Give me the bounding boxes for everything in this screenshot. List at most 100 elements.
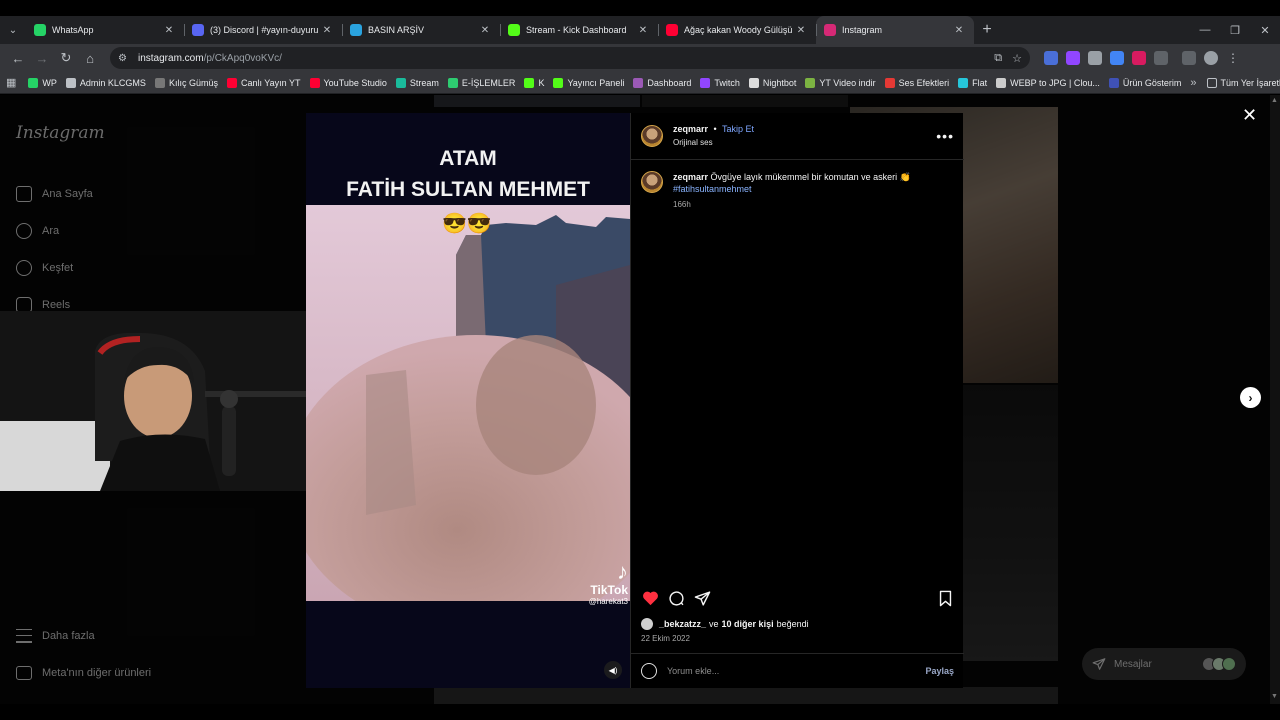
browser-tab[interactable]: Stream - Kick Dashboard ✕ [500, 16, 658, 44]
ig-bottom-label: Daha fazla [42, 629, 95, 642]
ig-bottom-item[interactable]: Meta'nın diğer ürünleri [16, 654, 151, 691]
translate-extension-icon[interactable] [1044, 51, 1058, 65]
ig-nav-item[interactable]: Ana Sayfa [16, 175, 93, 212]
close-tab-icon[interactable]: ✕ [162, 25, 176, 36]
close-tab-icon[interactable]: ✕ [320, 25, 334, 36]
profile-avatar-icon[interactable] [1204, 51, 1218, 65]
back-arrow-icon[interactable]: ← [6, 51, 30, 66]
ig-nav-item[interactable]: Keşfet [16, 249, 93, 286]
browser-toolbar: ← → ↻ ⌂ ⚙ instagram.com/p/CkApq0voKVc/ ⧉… [0, 44, 1280, 72]
bookmark-item[interactable]: YouTube Studio [309, 77, 387, 88]
scroll-down-arrow-icon[interactable]: ▼ [1271, 693, 1278, 700]
like-heart-icon[interactable] [641, 589, 659, 607]
post-video[interactable]: ATAM FATİH SULTAN MEHMET 😎😎 ♪ TikTok @ha… [306, 113, 630, 688]
twitch-extension-icon[interactable] [1066, 51, 1080, 65]
bookmark-label: YouTube Studio [323, 77, 387, 88]
page-viewport: Instagram Ana Sayfa Ara Keşfet Reels Daha f… [0, 95, 1280, 704]
more-options-icon[interactable]: ••• [936, 128, 954, 144]
site-info-icon[interactable]: ⚙ [118, 53, 130, 64]
liker-username[interactable]: _bekzatzz_ [659, 619, 706, 629]
browser-tab[interactable]: Instagram ✕ [816, 16, 974, 44]
emoji-picker-icon[interactable] [641, 663, 657, 679]
follow-button[interactable]: Takip Et [722, 124, 754, 134]
audio-label[interactable]: Orijinal ses [673, 136, 754, 149]
messages-bubble[interactable]: Mesajlar [1082, 648, 1246, 680]
download-extension-icon[interactable] [1110, 51, 1124, 65]
mute-audio-icon[interactable]: ◀) [604, 661, 622, 679]
bookmark-item[interactable]: Dashboard [633, 77, 691, 88]
puzzle-extension-icon[interactable] [1132, 51, 1146, 65]
bookmark-item[interactable]: YT Video indir [805, 77, 876, 88]
whatsapp-icon [34, 24, 46, 36]
camera-extension-icon[interactable] [1088, 51, 1102, 65]
comment-input[interactable]: Yorum ekle... [667, 666, 719, 676]
bookmark-item[interactable]: Nightbot [748, 77, 796, 88]
bookmarks-overflow-icon[interactable]: » [1190, 77, 1196, 89]
bookmark-label: E-İŞLEMLER [461, 77, 516, 88]
close-tab-icon[interactable]: ✕ [952, 25, 966, 36]
bookmark-item[interactable]: WP [28, 77, 57, 88]
close-tab-icon[interactable]: ✕ [636, 25, 650, 36]
forward-arrow-icon[interactable]: → [30, 51, 54, 66]
bookmark-item[interactable]: K [524, 77, 544, 88]
bookmark-item[interactable]: Flat [958, 77, 987, 88]
author-username[interactable]: zeqmarr [673, 124, 708, 134]
bookmark-item[interactable]: Ses Efektleri [884, 77, 949, 88]
tab-title: Stream - Kick Dashboard [526, 25, 627, 35]
home-button-icon[interactable]: ⌂ [78, 51, 102, 66]
share-send-icon[interactable] [693, 589, 711, 607]
close-modal-icon[interactable]: ✕ [1242, 105, 1257, 126]
bookmark-item[interactable]: Yayıncı Paneli [553, 77, 624, 88]
next-post-chevron-icon[interactable]: › [1240, 387, 1261, 408]
ig-nav-label: Ara [42, 224, 60, 237]
bookmark-item[interactable]: Twitch [700, 77, 740, 88]
bookmark-item[interactable]: Stream [395, 77, 439, 88]
extensions-icon[interactable] [1154, 51, 1168, 65]
post-comment-button[interactable]: Paylaş [925, 666, 954, 676]
minimize-icon[interactable]: — [1190, 24, 1220, 37]
restore-icon[interactable]: ❐ [1220, 24, 1250, 37]
save-bookmark-icon[interactable] [936, 589, 954, 607]
tab-search-chevron-icon[interactable]: ⌄ [0, 16, 26, 44]
caption-hashtag[interactable]: #fatihsultanmehmet [673, 183, 911, 195]
caption-username[interactable]: zeqmarr [673, 172, 708, 182]
bookmark-item[interactable]: Canlı Yayın YT [226, 77, 301, 88]
browser-tab[interactable]: Ağaç kakan Woody Gülüşü - Yo✕ [658, 16, 816, 44]
message-avatar [1222, 657, 1236, 671]
comment-bubble-icon[interactable] [667, 589, 685, 607]
close-window-icon[interactable]: ✕ [1250, 24, 1280, 37]
browser-tab[interactable]: (3) Discord | #yayın-duyuru ✕ [184, 16, 342, 44]
reload-icon[interactable]: ↻ [54, 50, 78, 66]
address-bar[interactable]: ⚙ instagram.com/p/CkApq0voKVc/ ⧉ ☆ [110, 47, 1030, 69]
browser-menu-icon[interactable]: ⋮ [1226, 51, 1240, 65]
caption-author-avatar[interactable] [641, 171, 663, 193]
close-tab-icon[interactable]: ✕ [478, 25, 492, 36]
bookmark-favicon-icon [226, 77, 237, 88]
likes-others[interactable]: 10 diğer kişi [722, 619, 774, 629]
bookmark-item[interactable]: Kılıç Gümüş [154, 77, 218, 88]
bookmark-item[interactable]: WEBP to JPG | Clou... [996, 77, 1100, 88]
likes-summary[interactable]: _bekzatzz_ ve 10 diğer kişi beğendi [641, 618, 809, 630]
close-tab-icon[interactable]: ✕ [794, 25, 808, 36]
scroll-up-arrow-icon[interactable]: ▲ [1271, 97, 1278, 104]
bookmark-item[interactable]: Admin KLCGMS [65, 77, 146, 88]
instagram-logo[interactable]: Instagram [16, 123, 105, 143]
bookmark-star-icon[interactable]: ☆ [1012, 52, 1022, 65]
post-details-panel: zeqmarr • Takip Et Orijinal ses ••• zeqm… [630, 113, 964, 688]
bookmark-favicon-icon [700, 77, 711, 88]
apps-grid-icon[interactable]: ▦ [6, 76, 16, 89]
media-control-icon[interactable] [1182, 51, 1196, 65]
author-avatar[interactable] [641, 125, 663, 147]
page-scrollbar[interactable] [1270, 95, 1280, 704]
browser-tab[interactable]: WhatsApp ✕ [26, 16, 184, 44]
install-app-icon[interactable]: ⧉ [994, 52, 1002, 65]
all-bookmarks-folder[interactable]: Tüm Yer İşaretleri [1206, 77, 1280, 88]
bookmark-label: Ürün Gösterim [1122, 77, 1182, 88]
new-tab-button[interactable]: + [974, 21, 1000, 39]
bookmark-item[interactable]: E-İŞLEMLER [447, 77, 516, 88]
browser-tab[interactable]: BASIN ARŞİV ✕ [342, 16, 500, 44]
bookmark-item[interactable]: Ürün Gösterim [1108, 77, 1182, 88]
telegram-icon [350, 24, 362, 36]
ig-nav-item[interactable]: Ara [16, 212, 93, 249]
ig-bottom-item[interactable]: Daha fazla [16, 617, 151, 654]
